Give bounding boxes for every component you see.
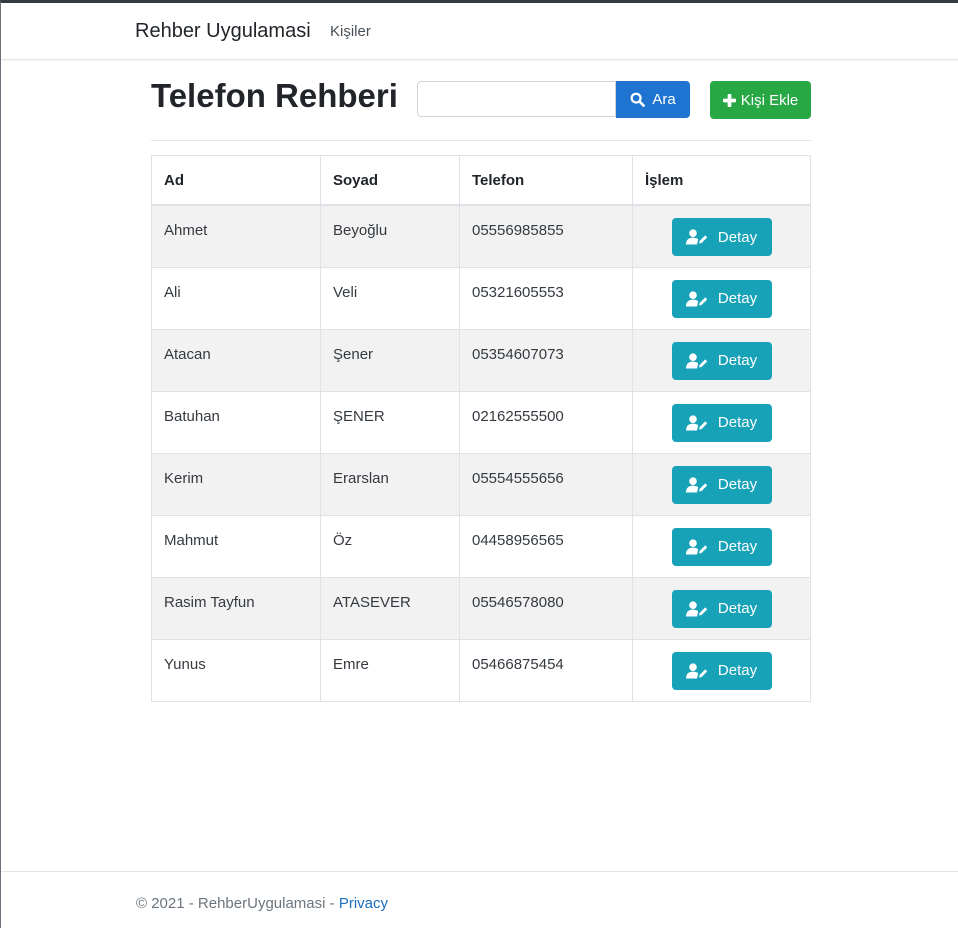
cell-ad: Mahmut xyxy=(151,514,321,578)
detail-button-label: Detay xyxy=(717,352,758,369)
cell-soyad: Emre xyxy=(320,638,460,702)
cell-ad: Ali xyxy=(151,266,321,330)
table-row: Rasim Tayfun ATASEVER 05546578080 Detay xyxy=(151,576,811,640)
user-edit-icon xyxy=(685,662,708,678)
cell-ad: Yunus xyxy=(151,638,321,702)
table-row: Yunus Emre 05466875454 Detay xyxy=(151,638,811,702)
add-contact-label: Kişi Ekle xyxy=(740,91,799,109)
privacy-link[interactable]: Privacy xyxy=(339,895,388,912)
cell-telefon: 04458956565 xyxy=(459,514,633,578)
cell-ad: Batuhan xyxy=(151,390,321,454)
navbar: Rehber Uygulamasi Kişiler xyxy=(1,3,958,60)
user-edit-icon xyxy=(685,538,708,554)
detail-button-label: Detay xyxy=(717,538,758,555)
cell-action: Detay xyxy=(632,328,811,392)
plus-icon xyxy=(722,93,736,107)
cell-action: Detay xyxy=(632,638,811,702)
search-icon xyxy=(630,92,646,107)
cell-action: Detay xyxy=(632,576,811,640)
detail-button-label: Detay xyxy=(717,600,758,617)
cell-telefon: 05321605553 xyxy=(459,266,633,330)
search-input[interactable] xyxy=(417,81,616,117)
cell-action: Detay xyxy=(632,452,811,516)
column-header-soyad: Soyad xyxy=(320,155,460,206)
search-button-label: Ara xyxy=(652,91,676,108)
detail-button[interactable]: Detay xyxy=(671,589,772,628)
cell-soyad: ŞENER xyxy=(320,390,460,454)
detail-button-label: Detay xyxy=(717,662,758,679)
column-header-ad: Ad xyxy=(151,155,321,206)
cell-ad: Rasim Tayfun xyxy=(151,576,321,640)
page-title: Telefon Rehberi xyxy=(151,77,398,114)
cell-telefon: 05556985855 xyxy=(459,204,633,268)
detail-button-label: Detay xyxy=(717,228,758,246)
contacts-table: Ad Soyad Telefon İşlem Ahmet Beyoğlu 05556… xyxy=(151,155,811,702)
table-row: Kerim Erarslan 05554555656 Detay xyxy=(151,452,811,516)
user-edit-icon xyxy=(685,600,708,616)
cell-soyad: Şener xyxy=(320,328,460,392)
nav-link-kisiler[interactable]: Kişiler xyxy=(330,23,371,40)
cell-telefon: 02162555500 xyxy=(459,390,633,454)
cell-ad: Kerim xyxy=(151,452,321,516)
detail-button[interactable]: Detay xyxy=(671,651,772,690)
cell-soyad: Erarslan xyxy=(320,452,460,516)
cell-ad: Atacan xyxy=(151,328,321,392)
cell-soyad: Veli xyxy=(320,266,460,330)
detail-button[interactable]: Detay xyxy=(671,465,772,504)
column-header-islem: İşlem xyxy=(632,155,811,206)
footer-text: © 2021 - RehberUygulamasi - Privacy xyxy=(136,895,388,912)
detail-button-label: Detay xyxy=(717,290,758,307)
detail-button[interactable]: Detay xyxy=(671,527,772,566)
detail-button-label: Detay xyxy=(717,414,758,431)
cell-soyad: Beyoğlu xyxy=(320,204,460,268)
cell-action: Detay xyxy=(632,514,811,578)
search-button[interactable]: Ara xyxy=(616,81,690,118)
footer: © 2021 - RehberUygulamasi - Privacy xyxy=(1,871,958,932)
user-edit-icon xyxy=(685,352,708,368)
cell-telefon: 05354607073 xyxy=(459,328,633,392)
table-row: Ahmet Beyoğlu 05556985855 Detay xyxy=(151,204,811,268)
detail-button[interactable]: Detay xyxy=(671,279,772,318)
detail-button-label: Detay xyxy=(717,476,758,493)
table-row: Atacan Şener 05354607073 Detay xyxy=(151,328,811,392)
cell-telefon: 05466875454 xyxy=(459,638,633,702)
table-row: Ali Veli 05321605553 Detay xyxy=(151,266,811,330)
table-row: Batuhan ŞENER 02162555500 Detay xyxy=(151,390,811,454)
footer-copyright: © 2021 - RehberUygulamasi - xyxy=(136,895,339,912)
user-edit-icon xyxy=(685,476,708,492)
table-header-row: Ad Soyad Telefon İşlem xyxy=(151,155,811,206)
cell-action: Detay xyxy=(632,204,811,268)
cell-telefon: 05546578080 xyxy=(459,576,633,640)
cell-action: Detay xyxy=(632,390,811,454)
user-edit-icon xyxy=(685,414,708,430)
cell-soyad: Öz xyxy=(320,514,460,578)
cell-soyad: ATASEVER xyxy=(320,576,460,640)
user-edit-icon xyxy=(685,229,708,245)
navbar-brand[interactable]: Rehber Uygulamasi xyxy=(135,20,311,43)
table-row: Mahmut Öz 04458956565 Detay xyxy=(151,514,811,578)
header-divider xyxy=(151,140,811,141)
user-edit-icon xyxy=(685,290,708,306)
add-contact-button[interactable]: Kişi Ekle xyxy=(710,81,811,119)
detail-button[interactable]: Detay xyxy=(671,341,772,380)
column-header-telefon: Telefon xyxy=(459,155,633,206)
detail-button[interactable]: Detay xyxy=(671,218,772,256)
cell-action: Detay xyxy=(632,266,811,330)
detail-button[interactable]: Detay xyxy=(671,403,772,442)
cell-telefon: 05554555656 xyxy=(459,452,633,516)
cell-ad: Ahmet xyxy=(151,204,321,268)
